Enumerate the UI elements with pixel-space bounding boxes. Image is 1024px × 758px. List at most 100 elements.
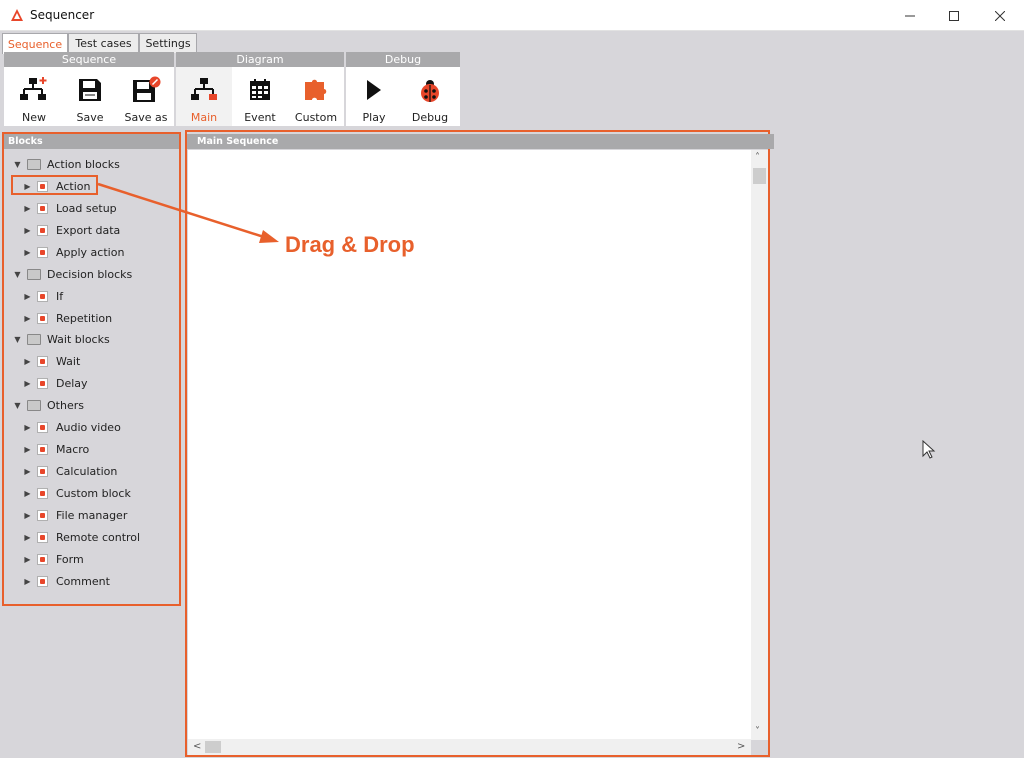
item-label: Remote control — [56, 530, 141, 544]
expanded-icon[interactable]: ▼ — [13, 270, 22, 279]
category-label: Others — [47, 398, 84, 412]
block-icon — [37, 575, 48, 587]
horizontal-scrollbar[interactable]: < > — [188, 739, 751, 755]
horizontal-scroll-thumb[interactable] — [205, 741, 221, 753]
tab-test-cases[interactable]: Test cases — [68, 33, 139, 53]
vertical-scrollbar[interactable]: ˄ ˅ — [751, 150, 768, 740]
tree-category-decision-blocks[interactable]: ▼ Decision blocks — [13, 265, 132, 283]
block-icon — [37, 421, 48, 433]
drag-arrow-icon — [97, 182, 279, 243]
vertical-scroll-thumb[interactable] — [753, 168, 766, 184]
collapsed-icon[interactable]: ▶ — [23, 467, 32, 476]
tab-sequence[interactable]: Sequence — [2, 33, 68, 54]
minimize-button[interactable] — [887, 0, 933, 31]
collapsed-icon[interactable]: ▶ — [23, 248, 32, 257]
folder-icon — [27, 158, 41, 170]
scroll-right-icon[interactable]: > — [737, 742, 745, 752]
folder-icon — [27, 333, 41, 345]
ribbon-group-debug: Debug Play Debug — [346, 52, 460, 126]
tree-item-custom-block[interactable]: ▶ Custom block — [23, 484, 130, 502]
tree-item-wait[interactable]: ▶ Wait — [23, 352, 80, 370]
block-icon — [37, 355, 48, 367]
tree-item-macro[interactable]: ▶ Macro — [23, 440, 89, 458]
collapsed-icon[interactable]: ▶ — [23, 204, 32, 213]
item-label: Delay — [56, 376, 88, 390]
expanded-icon[interactable]: ▼ — [13, 401, 22, 410]
item-label: If — [56, 289, 64, 303]
item-label: Repetition — [56, 311, 113, 325]
action-highlight-box — [11, 175, 98, 195]
minimize-icon — [905, 15, 915, 16]
tree-category-others[interactable]: ▼ Others — [13, 396, 84, 414]
collapsed-icon[interactable]: ▶ — [23, 577, 32, 586]
ribbon-group-diagram: Diagram Main Event Custom — [176, 52, 344, 126]
puzzle-icon — [305, 79, 327, 100]
collapsed-icon[interactable]: ▶ — [23, 555, 32, 564]
scroll-down-icon[interactable]: ˅ — [755, 727, 760, 737]
category-label: Action blocks — [47, 157, 120, 171]
title-bar: Sequencer — [0, 0, 1024, 31]
maximize-icon — [949, 10, 959, 21]
collapsed-icon[interactable]: ▶ — [23, 533, 32, 542]
debug-button[interactable]: Debug — [402, 67, 458, 126]
ribbon-group-sequence: Sequence New Save Save as — [4, 52, 174, 126]
block-icon — [37, 377, 48, 389]
tree-category-wait-blocks[interactable]: ▼ Wait blocks — [13, 330, 110, 348]
group-title: Debug — [346, 52, 460, 67]
block-icon — [37, 246, 48, 258]
play-button[interactable]: Play — [346, 67, 402, 126]
close-button[interactable] — [977, 0, 1023, 31]
new-button[interactable]: New — [6, 67, 62, 126]
save-as-button[interactable]: Save as — [118, 67, 174, 126]
tab-settings[interactable]: Settings — [139, 33, 197, 53]
tree-item-delay[interactable]: ▶ Delay — [23, 374, 88, 392]
collapsed-icon[interactable]: ▶ — [23, 292, 32, 301]
blocks-panel-title: Blocks — [4, 134, 179, 149]
scroll-up-icon[interactable]: ˄ — [755, 153, 760, 163]
tree-item-repetition[interactable]: ▶ Repetition — [23, 309, 112, 327]
collapsed-icon[interactable]: ▶ — [23, 445, 32, 454]
collapsed-icon[interactable]: ▶ — [23, 357, 32, 366]
block-icon — [37, 290, 48, 302]
block-icon — [37, 509, 48, 521]
tree-item-file-manager[interactable]: ▶ File manager — [23, 506, 127, 524]
item-label: Comment — [56, 574, 110, 588]
tree-item-remote-control[interactable]: ▶ Remote control — [23, 528, 140, 546]
save-label: Save — [76, 111, 104, 124]
tree-item-form[interactable]: ▶ Form — [23, 550, 84, 568]
ladybug-icon — [421, 80, 439, 102]
main-label: Main — [190, 111, 218, 124]
tree-item-calculation[interactable]: ▶ Calculation — [23, 462, 117, 480]
collapsed-icon[interactable]: ▶ — [23, 489, 32, 498]
scroll-left-icon[interactable]: < — [193, 742, 201, 752]
expanded-icon[interactable]: ▼ — [13, 335, 22, 344]
tree-category-action-blocks[interactable]: ▼ Action blocks — [13, 155, 120, 173]
mouse-cursor-icon — [922, 440, 936, 459]
save-icon — [79, 79, 101, 101]
group-title: Diagram — [176, 52, 344, 67]
item-label: Form — [56, 552, 84, 566]
expanded-icon[interactable]: ▼ — [13, 160, 22, 169]
app-logo-icon — [11, 9, 23, 21]
block-icon — [37, 202, 48, 214]
event-button[interactable]: Event — [232, 67, 288, 126]
tree-item-audio-video[interactable]: ▶ Audio video — [23, 418, 120, 436]
tree-item-comment[interactable]: ▶ Comment — [23, 572, 110, 590]
collapsed-icon[interactable]: ▶ — [23, 423, 32, 432]
collapsed-icon[interactable]: ▶ — [23, 511, 32, 520]
maximize-button[interactable] — [931, 0, 977, 31]
category-label: Wait blocks — [47, 332, 110, 346]
block-icon — [37, 465, 48, 477]
tree-item-if[interactable]: ▶ If — [23, 287, 63, 305]
block-icon — [37, 553, 48, 565]
main-diagram-button[interactable]: Main — [176, 67, 232, 126]
collapsed-icon[interactable]: ▶ — [23, 226, 32, 235]
save-button[interactable]: Save — [62, 67, 118, 126]
custom-button[interactable]: Custom — [288, 67, 344, 126]
main-sequence-title: Main Sequence — [187, 134, 774, 149]
new-label: New — [22, 111, 46, 124]
collapsed-icon[interactable]: ▶ — [23, 314, 32, 323]
collapsed-icon[interactable]: ▶ — [23, 379, 32, 388]
window-title: Sequencer — [30, 8, 95, 22]
block-icon — [37, 312, 48, 324]
